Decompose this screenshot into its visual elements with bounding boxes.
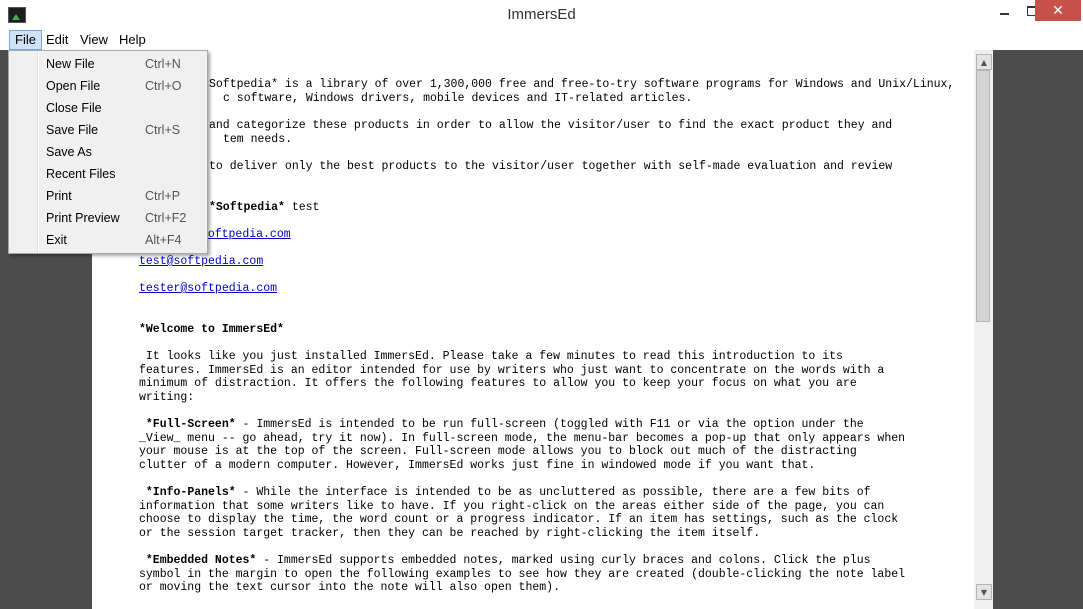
menu-item-save-file[interactable]: Save File Ctrl+S — [9, 119, 207, 141]
menu-item-exit[interactable]: Exit Alt+F4 — [9, 229, 207, 251]
menu-item-shortcut: Ctrl+N — [145, 57, 181, 71]
menu-item-recent-files[interactable]: Recent Files — [9, 163, 207, 185]
menu-item-label: Save As — [46, 145, 92, 159]
minimize-button[interactable] — [990, 0, 1018, 22]
menu-file[interactable]: File — [9, 30, 42, 50]
link-email[interactable]: tester@softpedia.com — [139, 282, 277, 295]
plain-text: - While the interface is intended to be … — [139, 486, 899, 540]
doc-line: c software, Windows drivers, mobile devi… — [223, 92, 693, 105]
file-menu-dropdown: New File Ctrl+N Open File Ctrl+O Close F… — [8, 50, 208, 254]
paragraph: It looks like you just installed ImmersE… — [139, 350, 885, 404]
menu-bar: File Edit View Help — [0, 30, 1083, 50]
doc-line: *Softpedia* test — [209, 201, 319, 215]
title-bar: ImmersEd ✕ — [0, 0, 1083, 31]
menu-item-shortcut: Ctrl+F2 — [145, 211, 187, 225]
menu-item-label: New File — [46, 57, 95, 71]
paragraph: *Full-Screen* - ImmersEd is intended to … — [139, 418, 905, 472]
menu-item-shortcut: Alt+F4 — [145, 233, 182, 247]
menu-view[interactable]: View — [75, 31, 113, 49]
bold-text: *Softpedia* — [209, 201, 285, 214]
menu-item-label: Recent Files — [46, 167, 116, 181]
plain-text: test — [284, 201, 320, 214]
window-title: ImmersEd — [507, 6, 576, 23]
bold-text: *Info-Panels* — [139, 486, 236, 499]
menu-item-save-as[interactable]: Save As — [9, 141, 207, 163]
menu-item-label: Save File — [46, 123, 99, 137]
doc-line: Softpedia* is a library of over 1,300,00… — [209, 78, 955, 91]
menu-item-label: Print Preview — [46, 211, 120, 225]
doc-line: to deliver only the best products to the… — [209, 160, 893, 173]
paragraph: *Embedded Notes* - ImmersEd supports emb… — [139, 554, 905, 595]
menu-item-print-preview[interactable]: Print Preview Ctrl+F2 — [9, 207, 207, 229]
scroll-thumb[interactable] — [976, 70, 990, 322]
scroll-up-button[interactable]: ▲ — [976, 54, 992, 70]
hyperlink[interactable]: test@softpedia.com — [139, 255, 263, 269]
doc-line: and categorize these products in order t… — [209, 119, 893, 132]
plain-text: - ImmersEd is intended to be run full-sc… — [139, 418, 906, 472]
bold-text: *Embedded Notes* — [139, 554, 257, 567]
menu-help[interactable]: Help — [114, 31, 151, 49]
menu-edit[interactable]: Edit — [41, 31, 73, 49]
menu-item-shortcut: Ctrl+S — [145, 123, 181, 137]
vertical-scrollbar[interactable]: ▲ ▼ — [974, 50, 993, 609]
doc-line: tem needs. — [223, 133, 293, 146]
paragraph: *Info-Panels* - While the interface is i… — [139, 486, 898, 540]
menu-item-shortcut: Ctrl+P — [145, 189, 181, 203]
scroll-down-button[interactable]: ▼ — [976, 584, 992, 600]
menu-item-label: Open File — [46, 79, 101, 93]
menu-item-new-file[interactable]: New File Ctrl+N — [9, 53, 207, 75]
menu-item-label: Close File — [46, 101, 102, 115]
section-heading: *Welcome to ImmersEd* — [139, 323, 284, 336]
menu-item-print[interactable]: Print Ctrl+P — [9, 185, 207, 207]
menu-item-shortcut: Ctrl+O — [145, 79, 182, 93]
hyperlink[interactable]: tester@softpedia.com — [139, 282, 277, 296]
close-button[interactable]: ✕ — [1035, 0, 1081, 21]
menu-item-label: Exit — [46, 233, 67, 247]
menu-item-open-file[interactable]: Open File Ctrl+O — [9, 75, 207, 97]
link-email[interactable]: test@softpedia.com — [139, 255, 263, 268]
menu-item-close-file[interactable]: Close File — [9, 97, 207, 119]
right-info-panel[interactable] — [993, 50, 1083, 609]
menu-item-label: Print — [46, 189, 72, 203]
bold-text: *Full-Screen* — [139, 418, 236, 431]
